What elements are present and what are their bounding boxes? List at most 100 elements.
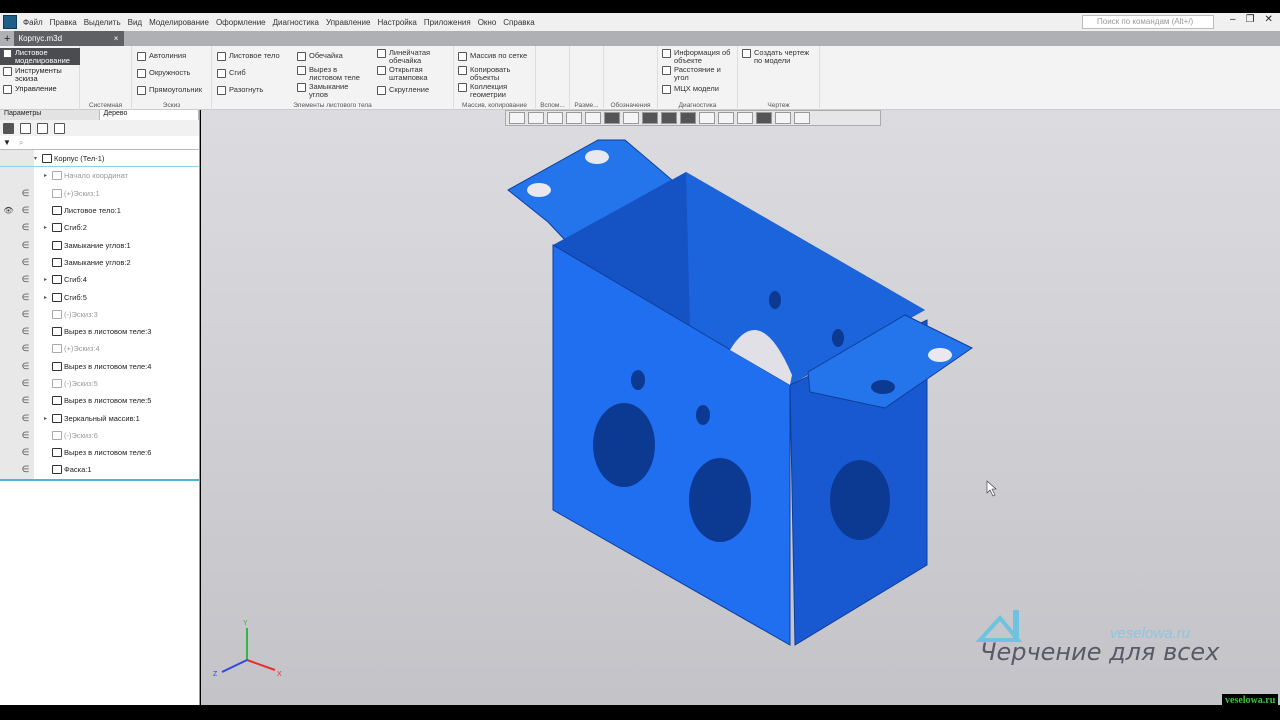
menu-item[interactable]: Диагностика xyxy=(273,18,319,27)
tree-item[interactable]: ∈ ▸ Зеркальный массив:1 xyxy=(0,409,199,427)
sheet-cut-button[interactable]: Вырез в листовом теле xyxy=(297,66,369,81)
orient-button[interactable] xyxy=(528,112,544,124)
visibility-slot[interactable] xyxy=(0,271,17,289)
tree-item[interactable]: ∈ Вырез в листовом теле:5 xyxy=(0,392,199,410)
tree-item[interactable]: ∈ (+)Эскиз:1 xyxy=(0,184,199,202)
filter-icon[interactable]: ▼ xyxy=(3,138,11,147)
visibility-slot[interactable] xyxy=(0,288,17,306)
zoom-button[interactable] xyxy=(547,112,563,124)
rectangle-button[interactable]: Прямоугольник xyxy=(137,86,202,95)
new-document-button[interactable]: + xyxy=(0,33,14,45)
menu-item[interactable]: Оформление xyxy=(216,18,266,27)
include-icon[interactable]: ∈ xyxy=(17,236,34,254)
menu-item[interactable]: Правка xyxy=(50,18,77,27)
shaded-view-button[interactable] xyxy=(604,112,620,124)
mode-management[interactable]: Управление xyxy=(0,84,80,95)
ruled-shell-button[interactable]: Линейчатая обечайка xyxy=(377,49,447,64)
mode-sketch-tools[interactable]: Инструменты эскиза xyxy=(0,66,80,83)
circle-button[interactable]: Окружность xyxy=(137,69,190,78)
tree-filter[interactable]: ▼ ⌕ xyxy=(0,136,199,150)
orientation-button[interactable] xyxy=(585,112,601,124)
perspective-button[interactable] xyxy=(718,112,734,124)
mass-properties-button[interactable]: МЦХ модели xyxy=(662,85,719,94)
visibility-slot[interactable] xyxy=(0,150,17,167)
tree-item[interactable]: ∈ Замыкание углов:1 xyxy=(0,236,199,254)
object-info-button[interactable]: Информация об объекте xyxy=(662,49,738,64)
visibility-slot[interactable] xyxy=(0,357,17,375)
corner-closure-button[interactable]: Замыкание углов xyxy=(297,83,369,98)
shell-button[interactable]: Обечайка xyxy=(297,52,343,61)
mode-sheet-modeling[interactable]: Листовое моделирование xyxy=(0,48,80,65)
menu-item[interactable]: Вид xyxy=(128,18,142,27)
visibility-slot[interactable] xyxy=(0,340,17,358)
unbend-button[interactable]: Разогнуть xyxy=(217,86,263,95)
tree-item[interactable]: ∈ Фаска:1 xyxy=(0,461,199,479)
command-search-input[interactable]: Поиск по командам (Alt+/) xyxy=(1082,15,1214,29)
document-tab[interactable]: Корпус.m3d × xyxy=(14,31,125,46)
include-icon[interactable]: ∈ xyxy=(17,426,34,445)
menu-item[interactable]: Управление xyxy=(326,18,370,27)
tree-item[interactable]: 👁 ∈ Листовое тело:1 xyxy=(0,201,199,220)
tree-item[interactable]: ∈ ▸ Сгиб:4 xyxy=(0,271,199,289)
include-icon[interactable]: ∈ xyxy=(17,288,34,306)
filter-button[interactable] xyxy=(756,112,772,124)
gutter[interactable] xyxy=(17,150,34,167)
tab-tree[interactable]: Дерево xyxy=(99,110,199,120)
expand-arrow-icon[interactable]: ▸ xyxy=(44,276,52,283)
include-icon[interactable]: ∈ xyxy=(17,322,34,341)
visibility-slot[interactable] xyxy=(0,253,17,272)
tree-item[interactable]: ∈ (-)Эскиз:3 xyxy=(0,305,199,323)
visibility-slot[interactable] xyxy=(0,461,17,479)
tree-item[interactable]: ∈ (+)Эскиз:4 xyxy=(0,340,199,358)
close-button[interactable]: ✕ xyxy=(1265,14,1273,25)
menu-item[interactable]: Файл xyxy=(23,18,43,27)
visibility-slot[interactable] xyxy=(0,426,17,445)
3d-viewport[interactable]: Y X Z xyxy=(201,110,1280,705)
include-icon[interactable]: ∈ xyxy=(17,374,34,393)
visibility-slot[interactable] xyxy=(0,236,17,254)
menu-item[interactable]: Справка xyxy=(503,18,534,27)
expand-arrow-icon[interactable]: ▸ xyxy=(44,415,52,422)
restore-button[interactable]: ❐ xyxy=(1246,14,1255,25)
create-drawing-button[interactable]: Создать чертеж по модели xyxy=(742,49,818,64)
visibility-slot[interactable] xyxy=(0,409,17,427)
render-button[interactable] xyxy=(737,112,753,124)
autoline-button[interactable]: Автолиния xyxy=(137,52,186,61)
close-tab-icon[interactable]: × xyxy=(114,34,119,43)
menu-item[interactable]: Окно xyxy=(478,18,497,27)
include-icon[interactable]: ∈ xyxy=(17,271,34,289)
tree-item[interactable]: ∈ Вырез в листовом теле:3 xyxy=(0,322,199,341)
include-icon[interactable]: ∈ xyxy=(17,184,34,202)
minimize-button[interactable]: – xyxy=(1230,14,1236,25)
tree-item[interactable]: ∈ Вырез в листовом теле:6 xyxy=(0,444,199,462)
include-icon[interactable]: ∈ xyxy=(17,253,34,272)
tree-item[interactable]: ∈ ▸ Сгиб:2 xyxy=(0,219,199,237)
expand-arrow-icon[interactable]: ▸ xyxy=(44,294,52,301)
display-button[interactable] xyxy=(699,112,715,124)
tree-view-icon[interactable] xyxy=(3,122,14,134)
tree-item[interactable]: ∈ Замыкание углов:2 xyxy=(0,253,199,272)
include-icon[interactable]: ∈ xyxy=(17,201,34,220)
grid-array-button[interactable]: Массив по сетке xyxy=(458,52,527,61)
tree-item[interactable]: ▸ Начало координат xyxy=(0,167,199,185)
section-button[interactable] xyxy=(661,112,677,124)
eye-icon[interactable]: 👁 xyxy=(0,201,17,220)
open-stamping-button[interactable]: Открытая штамповка xyxy=(377,66,447,81)
include-icon[interactable]: ∈ xyxy=(17,461,34,479)
geometry-collection-button[interactable]: Коллекция геометрии xyxy=(458,83,528,98)
include-icon[interactable]: ∈ xyxy=(17,392,34,410)
include-icon[interactable]: ∈ xyxy=(17,409,34,427)
tree-item[interactable]: ▾ Корпус (Тел-1) xyxy=(0,150,199,168)
include-icon[interactable]: ∈ xyxy=(17,219,34,237)
expand-arrow-icon[interactable]: ▸ xyxy=(44,172,52,179)
include-icon[interactable]: ∈ xyxy=(17,357,34,375)
gutter[interactable] xyxy=(17,167,34,185)
bend-button[interactable]: Сгиб xyxy=(217,69,246,78)
distance-angle-button[interactable]: Расстояние и угол xyxy=(662,66,732,81)
measure-button[interactable] xyxy=(775,112,791,124)
fillet-button[interactable]: Скругление xyxy=(377,86,429,95)
layers-icon[interactable] xyxy=(37,122,48,134)
menu-item[interactable]: Приложения xyxy=(424,18,471,27)
visibility-slot[interactable] xyxy=(0,184,17,202)
pan-button[interactable] xyxy=(566,112,582,124)
